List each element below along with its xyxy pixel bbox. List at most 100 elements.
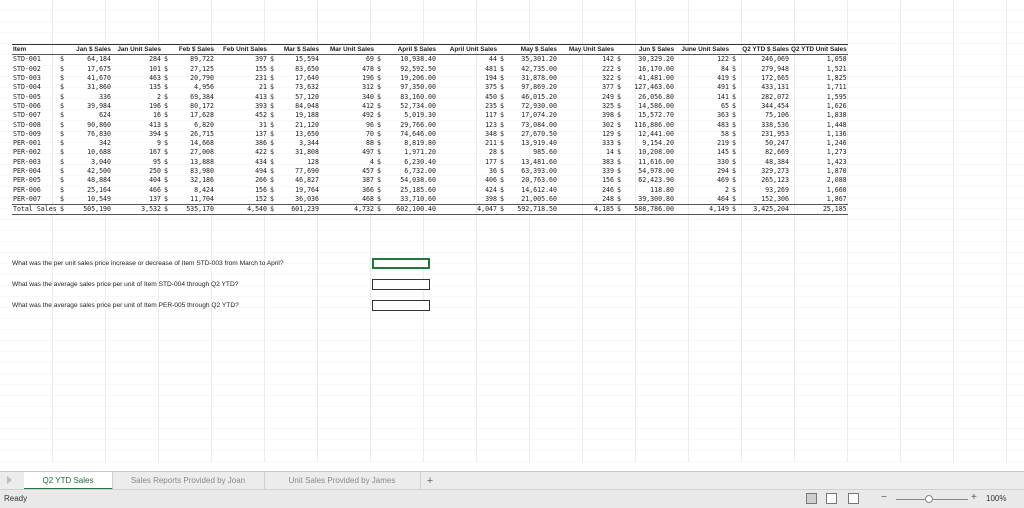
sales-cell[interactable]: $19,188 [268,111,320,120]
sales-cell[interactable]: $14,668 [162,139,215,148]
sales-cell[interactable]: $588,786.00 [615,204,675,216]
unit-cell[interactable]: 1,246 [790,139,848,148]
unit-cell[interactable]: 464 [675,195,730,205]
unit-cell[interactable]: 4,540 [215,204,268,216]
sales-cell[interactable]: $601,239 [268,204,320,216]
worksheet-grid[interactable]: Item Jan $ Sales Jan Unit Sales Feb $ Sales… [0,0,1024,462]
normal-view-icon[interactable] [806,493,817,504]
sales-cell[interactable]: $12,441.00 [615,130,675,139]
sales-cell[interactable]: $27,008 [162,148,215,157]
sales-cell[interactable]: $16,170.00 [615,65,675,74]
sales-cell[interactable]: $27,125 [162,65,215,74]
sales-cell[interactable]: $30,329.20 [615,55,675,65]
unit-cell[interactable]: 96 [320,120,375,129]
unit-cell[interactable]: 21 [215,83,268,92]
unit-cell[interactable]: 167 [112,148,162,157]
unit-cell[interactable]: 1,521 [790,65,848,74]
unit-cell[interactable]: 249 [558,92,615,101]
unit-cell[interactable]: 152 [215,195,268,205]
zoom-in-button[interactable]: + [971,492,977,503]
unit-cell[interactable]: 412 [320,102,375,111]
sales-cell[interactable]: $6,230.40 [375,158,437,167]
sales-cell[interactable]: $64,184 [58,55,112,65]
sales-cell[interactable]: $3,425,204 [730,204,790,216]
sales-cell[interactable]: $52,734.00 [375,102,437,111]
unit-cell[interactable]: 434 [215,158,268,167]
sales-cell[interactable]: $128 [268,158,320,167]
sales-cell[interactable]: $80,172 [162,102,215,111]
sales-cell[interactable]: $25,164 [58,185,112,194]
unit-cell[interactable]: 145 [675,148,730,157]
unit-cell[interactable]: 294 [675,167,730,176]
unit-cell[interactable]: 463 [112,74,162,83]
unit-cell[interactable]: 1,711 [790,83,848,92]
tab-unit-sales-james[interactable]: Unit Sales Provided by James [264,472,421,490]
sales-cell[interactable]: $75,106 [730,111,790,120]
zoom-out-button[interactable]: − [881,492,887,503]
sales-cell[interactable]: $46,827 [268,176,320,185]
unit-cell[interactable]: 196 [320,74,375,83]
sales-cell[interactable]: $3,040 [58,158,112,167]
sales-cell[interactable]: $83,980 [162,167,215,176]
sales-cell[interactable]: $74,646.00 [375,130,437,139]
sales-cell[interactable]: $336 [58,92,112,101]
sales-cell[interactable]: $69,384 [162,92,215,101]
unit-cell[interactable]: 468 [320,195,375,205]
add-sheet-button[interactable]: + [421,472,439,490]
unit-cell[interactable]: 330 [675,158,730,167]
unit-cell[interactable]: 325 [558,102,615,111]
sales-cell[interactable]: $8,424 [162,185,215,194]
sales-cell[interactable]: $42,500 [58,167,112,176]
unit-cell[interactable]: 88 [320,139,375,148]
item-cell[interactable]: PER-002 [12,148,58,157]
sales-cell[interactable]: $11,704 [162,195,215,205]
unit-cell[interactable]: 156 [215,185,268,194]
unit-cell[interactable]: 478 [320,65,375,74]
answer-cell-1[interactable] [372,258,430,269]
sales-cell[interactable]: $25,185.60 [375,185,437,194]
item-cell[interactable]: PER-001 [12,139,58,148]
sales-cell[interactable]: $4,956 [162,83,215,92]
sales-cell[interactable]: $54,978.00 [615,167,675,176]
sales-cell[interactable]: $72,930.00 [498,102,558,111]
sales-cell[interactable]: $50,247 [730,139,790,148]
unit-cell[interactable]: 386 [215,139,268,148]
sales-cell[interactable]: $344,454 [730,102,790,111]
sales-cell[interactable]: $31,878.00 [498,74,558,83]
sales-cell[interactable]: $77,690 [268,167,320,176]
sales-cell[interactable]: $172,665 [730,74,790,83]
unit-cell[interactable]: 466 [112,185,162,194]
unit-cell[interactable]: 117 [437,111,498,120]
unit-cell[interactable]: 4,149 [675,204,730,216]
sales-cell[interactable]: $63,393.00 [498,167,558,176]
sales-cell[interactable]: $592,718.50 [498,204,558,216]
sales-cell[interactable]: $20,763.60 [498,176,558,185]
sheet-scroll-arrow-icon[interactable] [7,476,12,484]
item-cell[interactable]: PER-006 [12,185,58,194]
sales-cell[interactable]: $6,732.00 [375,167,437,176]
unit-cell[interactable]: 1,838 [790,111,848,120]
unit-cell[interactable]: 302 [558,120,615,129]
unit-cell[interactable]: 394 [112,130,162,139]
item-cell[interactable]: STD-004 [12,83,58,92]
unit-cell[interactable]: 219 [675,139,730,148]
item-cell[interactable]: Total Sales [12,204,58,216]
sales-cell[interactable]: $127,463.60 [615,83,675,92]
sales-cell[interactable]: $36,036 [268,195,320,205]
tab-q2-ytd-sales[interactable]: Q2 YTD Sales [24,472,113,490]
unit-cell[interactable]: 375 [437,83,498,92]
unit-cell[interactable]: 312 [320,83,375,92]
sales-cell[interactable]: $41,481.00 [615,74,675,83]
unit-cell[interactable]: 383 [558,158,615,167]
item-cell[interactable]: STD-005 [12,92,58,101]
sales-cell[interactable]: $83,650 [268,65,320,74]
sales-cell[interactable]: $76,830 [58,130,112,139]
unit-cell[interactable]: 141 [675,92,730,101]
unit-cell[interactable]: 393 [215,102,268,111]
unit-cell[interactable]: 222 [558,65,615,74]
unit-cell[interactable]: 491 [675,83,730,92]
unit-cell[interactable]: 339 [558,167,615,176]
unit-cell[interactable]: 137 [215,130,268,139]
sales-cell[interactable]: $19,764 [268,185,320,194]
page-layout-view-icon[interactable] [826,493,837,504]
